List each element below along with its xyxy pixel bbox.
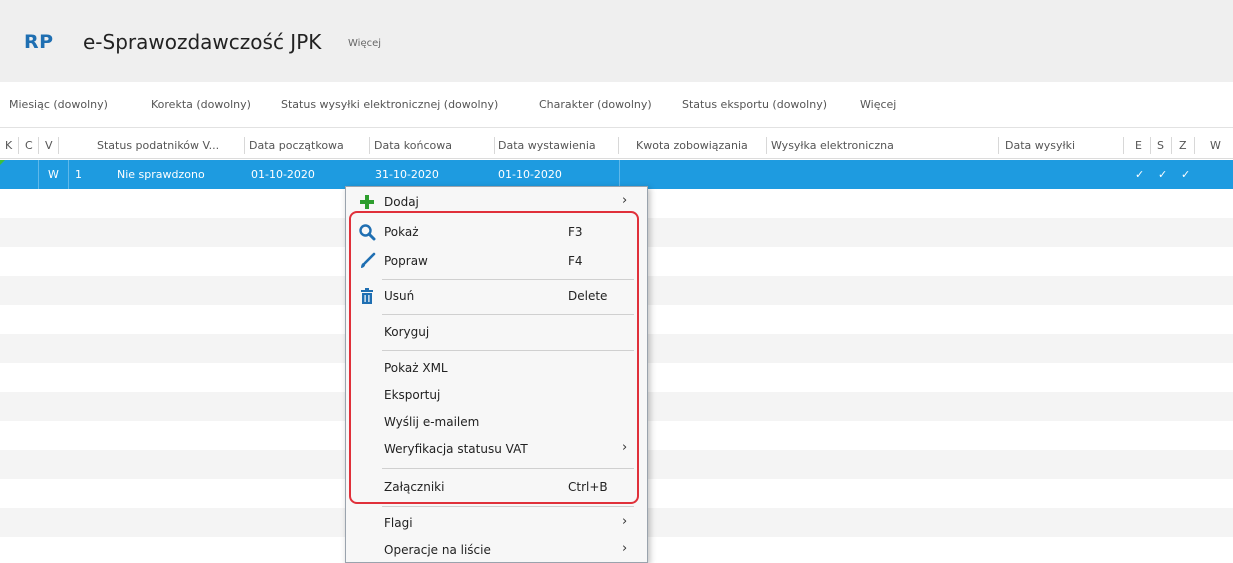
cell-e-check: ✓ [1135,168,1145,181]
cell-z-check: ✓ [1181,168,1191,181]
column-divider [1123,137,1124,154]
column-w[interactable]: W [1210,139,1221,152]
column-z[interactable]: Z [1179,139,1187,152]
column-divider [18,137,19,154]
app-header: RP e-Sprawozdawczość JPK Więcej [0,0,1233,82]
column-k[interactable]: K [5,139,12,152]
menu-divider [382,506,634,507]
cell-divider [619,160,620,189]
menu-item-label: Operacje na liście [384,543,491,557]
column-e[interactable]: E [1135,139,1142,152]
column-divider [1171,137,1172,154]
column-divider [618,137,619,154]
column-divider [38,137,39,154]
cell-v: 1 [75,168,82,181]
cell-end-date: 31-10-2020 [375,168,439,181]
chevron-right-icon: › [622,514,628,529]
highlight-frame [349,211,639,504]
filter-correction[interactable]: Korekta (dowolny) [151,98,251,111]
filter-more[interactable]: Więcej [860,98,896,111]
chevron-right-icon: › [622,541,628,556]
column-divider [998,137,999,154]
column-divider [494,137,495,154]
cell-start-date: 01-10-2020 [251,168,315,181]
plus-icon [360,195,374,209]
filter-electronic-send-status[interactable]: Status wysyłki elektronicznej (dowolny) [281,98,498,111]
filter-export-status[interactable]: Status eksportu (dowolny) [682,98,827,111]
column-divider [1194,137,1195,154]
column-end-date[interactable]: Data końcowa [374,139,452,152]
table-row[interactable]: W 1 Nie sprawdzono 01-10-2020 31-10-2020… [0,160,1233,189]
menu-item-label: Dodaj [384,195,419,209]
cell-issue-date: 01-10-2020 [498,168,562,181]
column-divider [766,137,767,154]
cell-c: W [48,168,59,181]
column-divider [1150,137,1151,154]
column-start-date[interactable]: Data początkowa [249,139,344,152]
row-status-marker [0,160,5,165]
column-electronic-send[interactable]: Wysyłka elektroniczna [771,139,894,152]
column-taxpayer-status[interactable]: Status podatników V... [97,139,219,152]
column-c[interactable]: C [25,139,33,152]
cell-divider [38,160,39,189]
column-divider [58,137,59,154]
column-send-date[interactable]: Data wysyłki [1005,139,1075,152]
column-header-row: K C V Status podatników V... Data począt… [0,132,1233,159]
filter-bar: Miesiąc (dowolny) Korekta (dowolny) Stat… [0,82,1233,128]
menu-item-flags[interactable]: Flagi › [346,510,647,536]
column-v[interactable]: V [45,139,53,152]
menu-item-label: Flagi [384,516,413,530]
column-issue-date[interactable]: Data wystawienia [498,139,596,152]
column-divider [369,137,370,154]
menu-item-list-operations[interactable]: Operacje na liście › [346,537,647,563]
column-divider [244,137,245,154]
page-title: e-Sprawozdawczość JPK [83,30,322,54]
app-logo: RP [24,31,54,53]
column-s[interactable]: S [1157,139,1164,152]
cell-taxpayer-status: Nie sprawdzono [117,168,205,181]
cell-s-check: ✓ [1158,168,1168,181]
filter-month[interactable]: Miesiąc (dowolny) [9,98,108,111]
filter-character[interactable]: Charakter (dowolny) [539,98,652,111]
header-more-link[interactable]: Więcej [348,38,381,49]
cell-divider [68,160,69,189]
chevron-right-icon: › [622,193,628,208]
column-liability-amount[interactable]: Kwota zobowiązania [636,139,748,152]
